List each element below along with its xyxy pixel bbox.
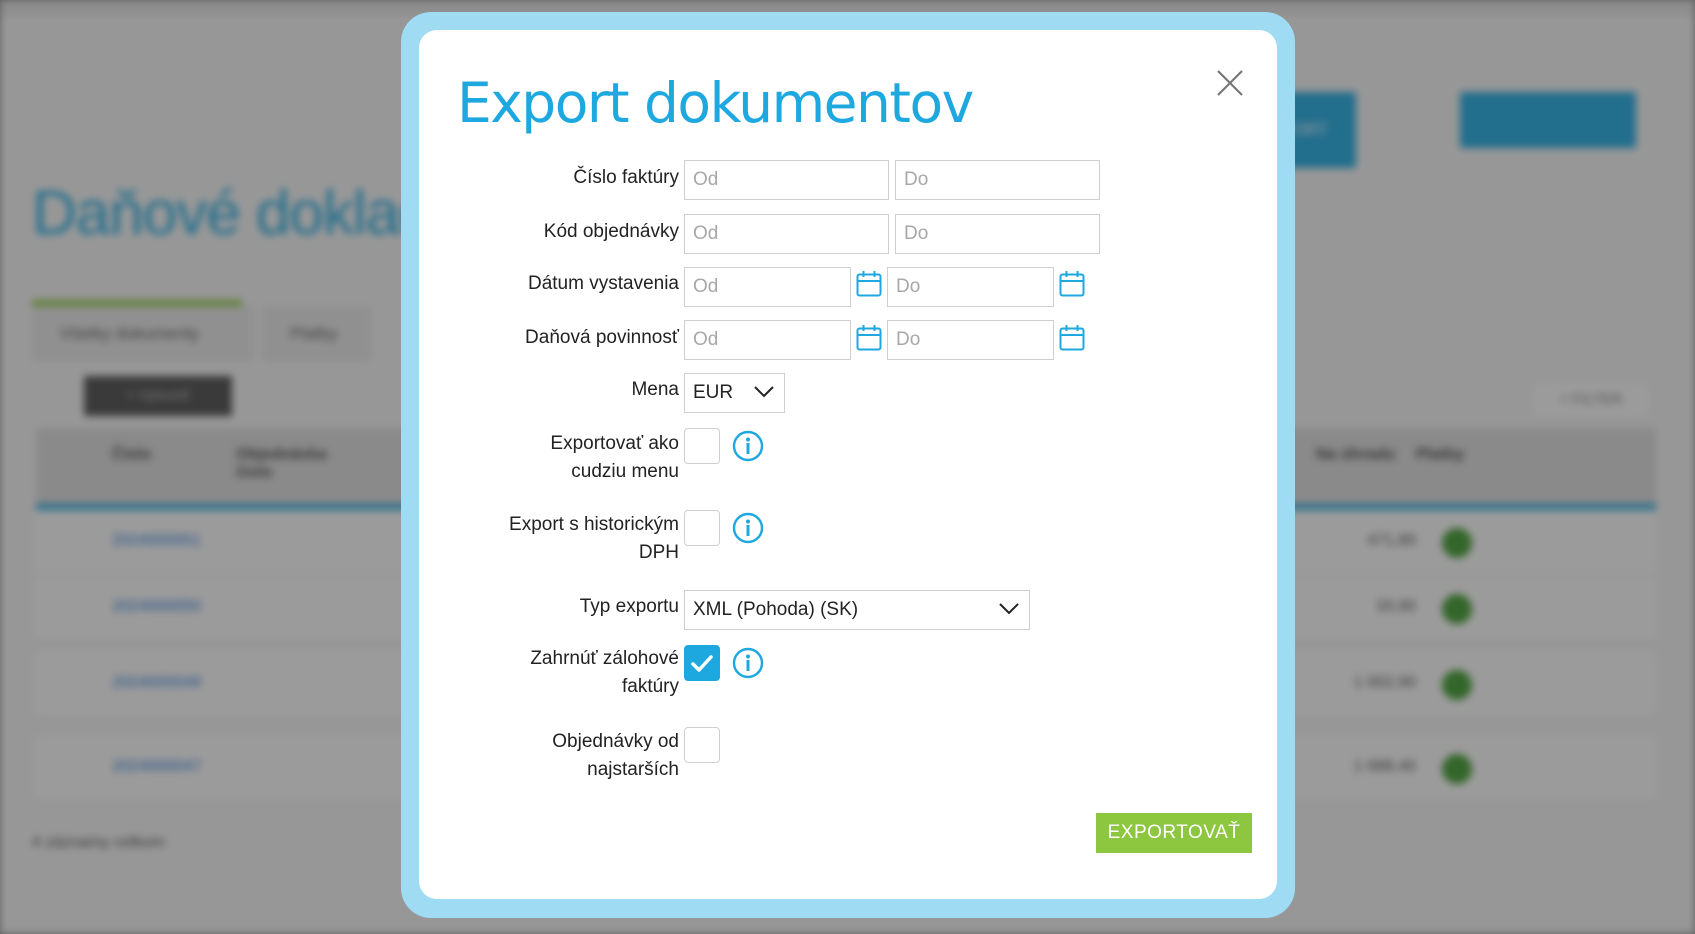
order-code-label: Kód objednávky <box>543 221 679 242</box>
include-advance-invoices-label: Zahrnúť zálohové faktúry <box>530 645 679 701</box>
calendar-icon[interactable] <box>856 270 882 298</box>
checkmark-icon <box>691 655 713 672</box>
issue-date-label: Dátum vystavenia <box>527 273 679 294</box>
tax-liability-label: Daňová povinnosť <box>525 327 679 348</box>
export-historic-vat-checkbox[interactable] <box>684 510 720 546</box>
export-button[interactable]: EXPORTOVAŤ <box>1096 813 1252 853</box>
tax-liability-to-input[interactable] <box>887 320 1054 360</box>
export-type-select-value: XML (Pohoda) (SK) <box>693 599 859 620</box>
order-code-from-input[interactable] <box>684 214 889 254</box>
export-foreign-currency-checkbox[interactable] <box>684 428 720 464</box>
order-code-to-input[interactable] <box>895 214 1100 254</box>
export-foreign-currency-label-line1: Exportovať ako <box>550 433 679 454</box>
info-icon[interactable] <box>732 512 764 544</box>
export-documents-modal: Export dokumentov Číslo faktúry Kód obje… <box>419 30 1277 899</box>
export-foreign-currency-label-line2: cudziu menu <box>571 461 679 482</box>
issue-date-to-input[interactable] <box>887 267 1054 307</box>
orders-oldest-first-label: Objednávky od najstarších <box>552 728 679 784</box>
orders-oldest-first-label-line2: najstarších <box>587 759 679 780</box>
chevron-down-icon <box>999 603 1019 615</box>
export-historic-vat-label: Export s historickým DPH <box>509 511 679 567</box>
orders-oldest-first-label-line1: Objednávky od <box>552 731 679 752</box>
invoice-number-from-input[interactable] <box>684 160 889 200</box>
export-foreign-currency-label: Exportovať ako cudziu menu <box>550 430 679 486</box>
close-icon[interactable] <box>1215 68 1245 98</box>
export-type-label: Typ exportu <box>579 596 679 617</box>
export-historic-vat-label-line2: DPH <box>638 542 679 563</box>
include-advance-invoices-checkbox[interactable] <box>684 645 720 681</box>
include-advance-invoices-label-line2: faktúry <box>621 676 679 697</box>
invoice-number-label: Číslo faktúry <box>573 167 679 188</box>
currency-select-value: EUR <box>693 382 734 403</box>
info-icon[interactable] <box>732 430 764 462</box>
orders-oldest-first-checkbox[interactable] <box>684 727 720 763</box>
calendar-icon[interactable] <box>856 324 882 352</box>
tax-liability-from-input[interactable] <box>684 320 851 360</box>
currency-label: Mena <box>631 379 679 400</box>
currency-select[interactable]: EUR <box>684 373 785 413</box>
export-historic-vat-label-line1: Export s historickým <box>509 514 679 535</box>
invoice-number-to-input[interactable] <box>895 160 1100 200</box>
chevron-down-icon <box>754 386 774 398</box>
calendar-icon[interactable] <box>1059 324 1085 352</box>
calendar-icon[interactable] <box>1059 270 1085 298</box>
issue-date-from-input[interactable] <box>684 267 851 307</box>
include-advance-invoices-label-line1: Zahrnúť zálohové <box>530 648 679 669</box>
modal-title: Export dokumentov <box>457 71 974 135</box>
export-type-select[interactable]: XML (Pohoda) (SK) <box>684 590 1030 630</box>
info-icon[interactable] <box>732 647 764 679</box>
